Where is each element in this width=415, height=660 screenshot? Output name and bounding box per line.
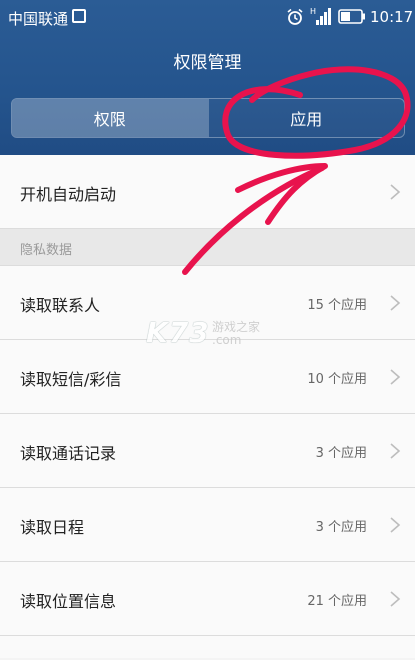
app-count: 3 个应用 (315, 520, 367, 535)
image-icon (72, 9, 86, 23)
app-count: 10 个应用 (307, 372, 367, 387)
battery-icon (338, 9, 365, 24)
watermark-domain: .com (212, 333, 242, 347)
row-label: 读取通话记录 (20, 444, 117, 463)
app-count: 21 个应用 (307, 594, 367, 609)
svg-text:H: H (310, 7, 316, 16)
permission-list: 开机自动启动 隐私数据 读取联系人 15 个应用 读取短信/彩信 10 个应用 … (0, 155, 415, 658)
chevron-right-icon (390, 517, 401, 533)
app-count: 15 个应用 (307, 298, 367, 313)
list-item[interactable]: 读取日程 3 个应用 (0, 488, 415, 562)
row-label: 读取短信/彩信 (20, 370, 122, 389)
signal-icon: H (310, 7, 331, 25)
row-label: 读取联系人 (20, 296, 101, 315)
watermark-logo: K73 游戏之家 .com (146, 316, 286, 356)
autostart-row[interactable]: 开机自动启动 (0, 155, 415, 229)
chevron-right-icon (390, 295, 401, 311)
tab-permissions[interactable]: 权限 (12, 99, 208, 137)
list-item-partial[interactable] (0, 636, 415, 658)
alarm-icon (287, 8, 303, 25)
chevron-right-icon (390, 184, 401, 200)
chevron-right-icon (390, 591, 401, 607)
status-bar: 中国联通 H 10:17 (0, 0, 415, 34)
chevron-right-icon (390, 369, 401, 385)
section-title: 隐私数据 (20, 243, 73, 258)
section-header: 隐私数据 (0, 229, 415, 266)
segmented-control: 权限 应用 (11, 98, 405, 138)
row-label: 读取日程 (20, 518, 85, 537)
list-item[interactable]: 读取通话记录 3 个应用 (0, 414, 415, 488)
chevron-right-icon (390, 443, 401, 459)
row-label: 读取位置信息 (20, 592, 117, 611)
status-time: 10:17 (370, 8, 414, 26)
carrier-name: 中国联通 (8, 10, 69, 28)
app-count: 3 个应用 (315, 446, 367, 461)
row-label: 开机自动启动 (20, 185, 117, 204)
page-title: 权限管理 (173, 53, 242, 73)
list-item[interactable]: 读取位置信息 21 个应用 (0, 562, 415, 636)
watermark-brand: K73 (146, 316, 210, 349)
tab-apps[interactable]: 应用 (207, 99, 404, 137)
app-header: 中国联通 H 10:17 权限管理 权限 应用 (0, 0, 415, 155)
